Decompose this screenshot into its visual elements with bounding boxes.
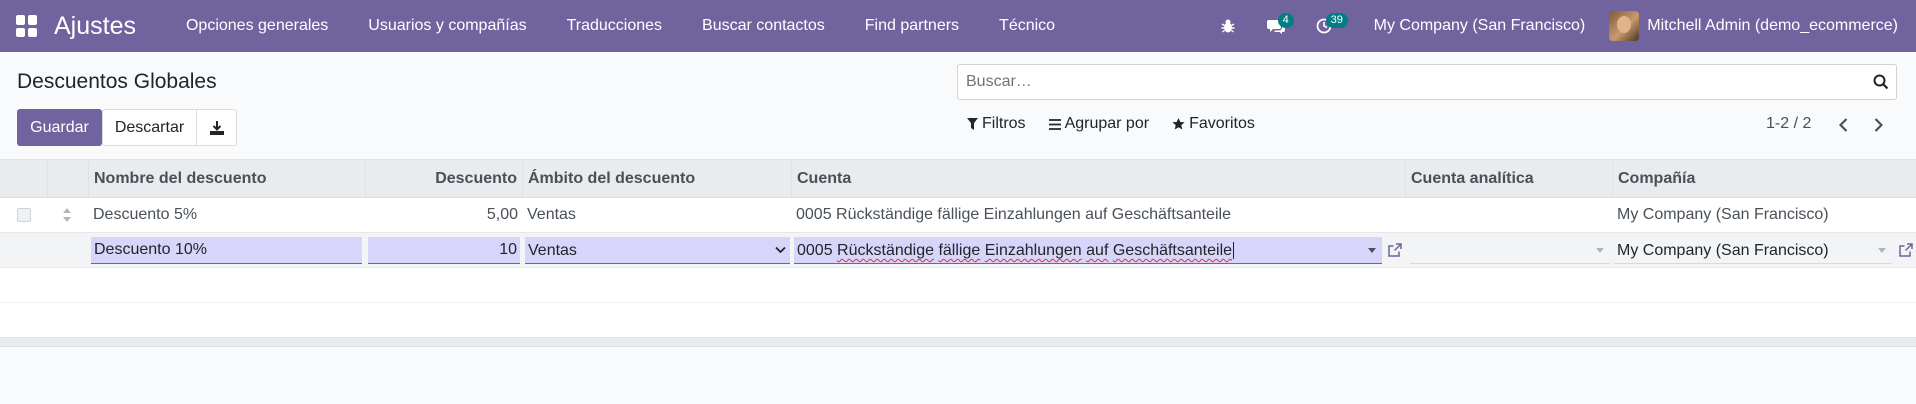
- cell-company[interactable]: My Company (San Francisco): [1612, 198, 1912, 232]
- search-icon[interactable]: [1866, 65, 1896, 99]
- export-download-button[interactable]: [197, 109, 237, 146]
- select-chevron-icon: [775, 246, 786, 254]
- empty-row: [0, 268, 1916, 303]
- app-switcher-icon[interactable]: [16, 15, 38, 37]
- filter-icon: [967, 118, 978, 130]
- chevron-right-icon: [1874, 118, 1883, 132]
- dropdown-caret-icon[interactable]: [1878, 248, 1886, 253]
- external-link-icon[interactable]: [1898, 242, 1914, 258]
- text-cursor: [1233, 242, 1235, 259]
- cell-analytic[interactable]: [1406, 198, 1613, 232]
- search-options: Filtros Agrupar por Favoritos: [967, 115, 1278, 133]
- empty-row: [0, 303, 1916, 338]
- company-switcher[interactable]: My Company (San Francisco): [1348, 17, 1610, 35]
- column-header-scope[interactable]: Ámbito del descuento: [523, 160, 792, 198]
- header-handle-cell: [48, 160, 89, 198]
- messages-badge: 4: [1277, 13, 1294, 28]
- groupby-toggle[interactable]: Agrupar por: [1048, 115, 1149, 133]
- cell-account[interactable]: 0005 Rückständige fällige Einzahlungen a…: [791, 198, 1405, 232]
- menu-usuarios-companias[interactable]: Usuarios y compañías: [348, 17, 546, 35]
- messages-chat-icon[interactable]: 4: [1262, 12, 1294, 40]
- navbar-systray: 4 39 My Company (San Francisco) Mitchell…: [1204, 0, 1916, 52]
- cell-discount[interactable]: 5,00: [366, 198, 523, 232]
- company-many2one-input[interactable]: My Company (San Francisco): [1614, 237, 1892, 264]
- cell-name[interactable]: Descuento 5%: [88, 198, 365, 232]
- page-title: Descuentos Globales: [17, 70, 217, 93]
- name-input[interactable]: [91, 237, 362, 264]
- menu-opciones-generales[interactable]: Opciones generales: [166, 17, 348, 35]
- menu-buscar-contactos[interactable]: Buscar contactos: [682, 17, 845, 35]
- menu-tecnico[interactable]: Técnico: [979, 17, 1075, 35]
- save-button[interactable]: Guardar: [17, 109, 102, 146]
- menu-traducciones[interactable]: Traducciones: [547, 17, 682, 35]
- pager-value[interactable]: 1-2 / 2: [1766, 115, 1811, 133]
- app-name[interactable]: Ajustes: [54, 12, 136, 41]
- top-navbar: Ajustes Opciones generales Usuarios y co…: [0, 0, 1916, 52]
- user-avatar: [1609, 11, 1640, 41]
- table-row[interactable]: Descuento 5% 5,00 Ventas 0005 Rückständi…: [0, 198, 1916, 233]
- debug-bug-icon[interactable]: [1214, 12, 1242, 40]
- discount-input[interactable]: [368, 237, 520, 264]
- activities-clock-icon[interactable]: 39: [1310, 12, 1348, 40]
- row-select-checkbox[interactable]: [17, 208, 31, 222]
- activities-badge: 39: [1325, 13, 1348, 28]
- favorites-toggle[interactable]: Favoritos: [1172, 115, 1255, 133]
- external-link-icon[interactable]: [1387, 242, 1403, 258]
- header-select-cell: [0, 160, 48, 198]
- column-header-name[interactable]: Nombre del descuento: [89, 160, 366, 198]
- search-box: [957, 64, 1897, 100]
- list-icon: [1048, 118, 1061, 130]
- table-row-editing[interactable]: Ventas 0005 Rückständige fällige Einzahl…: [0, 233, 1916, 268]
- download-icon: [209, 120, 224, 135]
- search-input[interactable]: [958, 65, 1866, 99]
- column-header-account[interactable]: Cuenta: [792, 160, 1406, 198]
- table-header: Nombre del descuento Descuento Ámbito de…: [0, 159, 1916, 198]
- user-name: Mitchell Admin (demo_ecommerce): [1647, 17, 1898, 34]
- cell-scope[interactable]: Ventas: [522, 198, 791, 232]
- column-header-analytic[interactable]: Cuenta analítica: [1406, 160, 1613, 198]
- chevron-left-icon: [1838, 118, 1847, 132]
- dropdown-caret-icon[interactable]: [1368, 248, 1376, 253]
- column-header-discount[interactable]: Descuento: [366, 160, 523, 198]
- filters-toggle[interactable]: Filtros: [967, 115, 1026, 133]
- scope-select[interactable]: Ventas: [525, 237, 790, 264]
- analytic-account-input[interactable]: [1410, 237, 1610, 264]
- drag-handle-icon[interactable]: [62, 206, 72, 224]
- column-header-company[interactable]: Compañía: [1613, 160, 1916, 198]
- pager-previous-button[interactable]: [1833, 114, 1853, 136]
- pager-next-button[interactable]: [1868, 114, 1888, 136]
- dropdown-caret-icon[interactable]: [1596, 248, 1604, 253]
- account-many2one-input[interactable]: 0005 Rückständige fällige Einzahlungen a…: [794, 237, 1382, 264]
- user-menu[interactable]: Mitchell Admin (demo_ecommerce): [1609, 11, 1916, 41]
- table-footer: [0, 337, 1916, 347]
- menu-find-partners[interactable]: Find partners: [845, 17, 979, 35]
- discard-button[interactable]: Descartar: [102, 109, 197, 146]
- star-icon: [1172, 118, 1185, 130]
